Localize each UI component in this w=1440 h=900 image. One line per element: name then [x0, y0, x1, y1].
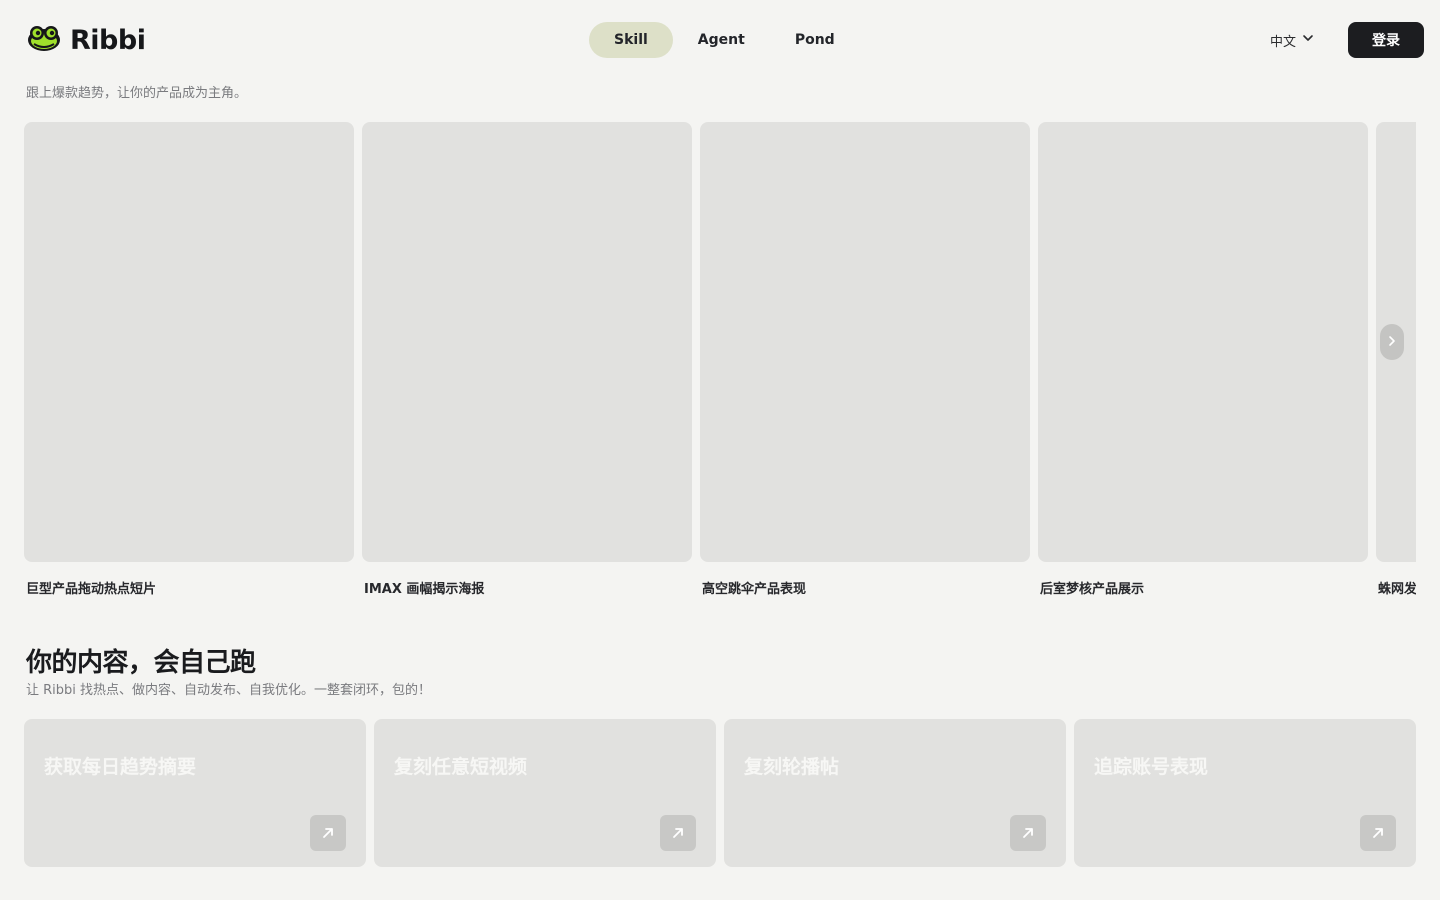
section-title: 你的内容，会自己跑 — [26, 648, 256, 678]
card-title: 高空跳伞产品表现 — [702, 582, 807, 597]
carousel-next-button[interactable] — [1380, 324, 1404, 360]
language-selector[interactable]: 中文 — [1270, 29, 1314, 51]
card-title: 巨型产品拖动热点短片 — [26, 582, 157, 597]
skill-card[interactable]: 后室梦核产品展示 — [1038, 122, 1368, 597]
card-title: 蛛网发 — [1378, 582, 1416, 597]
card-thumbnail — [362, 122, 692, 562]
logo[interactable]: Ribbi — [26, 23, 146, 57]
logo-text: Ribbi — [70, 24, 146, 56]
feature-title: 获取每日趋势摘要 — [44, 756, 197, 778]
skill-card[interactable]: 高空跳伞产品表现 — [700, 122, 1030, 597]
arrow-up-right-icon[interactable] — [660, 815, 696, 851]
card-thumbnail — [700, 122, 1030, 562]
chevron-right-icon — [1387, 335, 1397, 350]
main-nav: Skill Agent Pond — [589, 22, 860, 58]
arrow-up-right-icon[interactable] — [1010, 815, 1046, 851]
skill-card[interactable]: 巨型产品拖动热点短片 — [24, 122, 354, 597]
feature-title: 追踪账号表现 — [1094, 756, 1209, 778]
arrow-up-right-icon[interactable] — [310, 815, 346, 851]
nav-agent[interactable]: Agent — [673, 22, 770, 58]
skill-carousel: 巨型产品拖动热点短片 IMAX 画幅揭示海报 高空跳伞产品表现 后室梦核产品展示… — [24, 122, 1416, 602]
feature-card-daily-trends[interactable]: 获取每日趋势摘要 — [24, 719, 366, 867]
tagline: 跟上爆款趋势，让你的产品成为主角。 — [26, 86, 248, 101]
card-title: IMAX 画幅揭示海报 — [364, 582, 485, 597]
feature-card-remake-carousel[interactable]: 复刻轮播帖 — [724, 719, 1066, 867]
skill-card[interactable]: IMAX 画幅揭示海报 — [362, 122, 692, 597]
nav-skill[interactable]: Skill — [589, 22, 673, 58]
arrow-up-right-icon[interactable] — [1360, 815, 1396, 851]
language-label: 中文 — [1270, 34, 1297, 50]
nav-pond[interactable]: Pond — [770, 22, 860, 58]
top-header: Ribbi Skill Agent Pond 中文 登录 — [0, 0, 1440, 80]
feature-card-remake-video[interactable]: 复刻任意短视频 — [374, 719, 716, 867]
feature-card-track-account[interactable]: 追踪账号表现 — [1074, 719, 1416, 867]
login-button[interactable]: 登录 — [1348, 22, 1424, 58]
feature-title: 复刻任意短视频 — [394, 756, 528, 778]
card-title: 后室梦核产品展示 — [1040, 582, 1145, 597]
section-subtitle: 让 Ribbi 找热点、做内容、自动发布、自我优化。一整套闭环，包的！ — [26, 683, 432, 698]
card-thumbnail — [24, 122, 354, 562]
card-thumbnail — [1038, 122, 1368, 562]
chevron-down-icon — [1302, 32, 1314, 48]
feature-title: 复刻轮播帖 — [744, 756, 840, 778]
frog-logo-icon — [26, 23, 62, 57]
